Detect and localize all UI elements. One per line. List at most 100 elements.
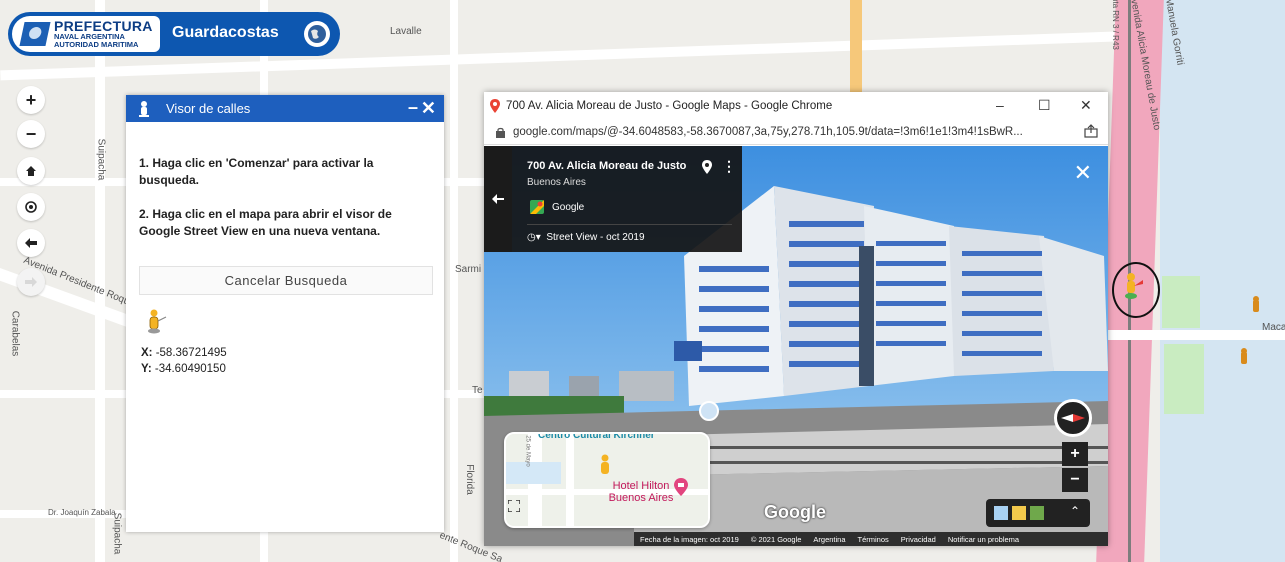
close-window-button[interactable]: ✕	[1080, 97, 1092, 114]
street-label: Carabelas	[9, 310, 21, 357]
lock-icon	[496, 127, 505, 138]
avenue-yellow	[850, 0, 862, 92]
x-label: X:	[141, 347, 153, 359]
instruction-step-1: 1. Haga clic en 'Comenzar' para activar …	[139, 156, 374, 187]
forward-extent-button[interactable]	[17, 268, 45, 296]
cancel-search-button[interactable]: Cancelar Busqueda	[139, 266, 433, 295]
pegman-icon	[1125, 273, 1143, 299]
y-label: Y:	[141, 363, 152, 375]
chevron-up-icon[interactable]: ⌃	[1070, 504, 1080, 518]
street-view-canvas[interactable]: 700 Av. Alicia Moreau de Justo Buenos Ai…	[484, 146, 1108, 546]
logo-line3: AUTORIDAD MARITIMA	[54, 40, 139, 49]
pegman-icon	[601, 454, 609, 474]
panel-title: Visor de calles	[166, 101, 251, 116]
y-value: -34.60490150	[154, 363, 226, 375]
x-value: -58.36721495	[155, 347, 227, 359]
road-sarmiento	[450, 0, 458, 562]
park	[1164, 344, 1204, 414]
clock-icon: ◷▾	[527, 232, 541, 243]
prefectura-emblem-icon	[19, 22, 51, 46]
road-suipacha	[95, 0, 105, 562]
history-dropdown[interactable]: ◷▾ Street View - oct 2019	[527, 232, 645, 243]
street-label: Ruta RN 3 / R43	[1110, 0, 1120, 50]
street-label: Te	[472, 385, 483, 396]
map-thumbnail-icon[interactable]	[994, 506, 1008, 520]
pegman-small-icon	[1241, 348, 1247, 364]
location-pin-icon[interactable]	[702, 160, 712, 174]
road-macacha	[1100, 330, 1285, 340]
home-icon	[26, 166, 36, 176]
home-button[interactable]	[17, 157, 45, 185]
basemap-globe-icon[interactable]	[304, 21, 330, 47]
footer-privacy-link[interactable]: Privacidad	[901, 535, 936, 544]
logo-line1: PREFECTURA	[54, 18, 153, 34]
close-button[interactable]: ✕	[421, 98, 436, 119]
arrow-left-icon	[492, 194, 504, 204]
street-label: Sarmi	[455, 264, 482, 275]
compass-icon	[1061, 414, 1085, 422]
back-extent-button[interactable]	[17, 229, 45, 257]
window-title: 700 Av. Alicia Moreau de Justo - Google …	[506, 100, 833, 112]
minimap-street-label: 25 de Mayo	[524, 435, 531, 467]
minimap-hotel-label: Hotel Hilton Buenos Aires	[608, 480, 674, 504]
street-viewer-panel: Visor de calles – ✕ 1. Haga clic en 'Com…	[126, 95, 444, 532]
window-titlebar: 700 Av. Alicia Moreau de Justo - Google …	[484, 92, 1108, 120]
minimap-place-label: Centro Cultural Kirchner	[538, 432, 655, 441]
street-label: Maca	[1262, 322, 1285, 333]
panel-header: Visor de calles – ✕	[126, 95, 444, 122]
divider	[527, 224, 732, 225]
y-coordinate: Y: -34.60490150	[141, 363, 226, 375]
street-view-zoom-in-button[interactable]: +	[1062, 442, 1088, 466]
map-footer: Fecha de la imagen: oct 2019 © 2021 Goog…	[634, 532, 1108, 546]
google-maps-pin-icon	[490, 99, 500, 113]
locate-button[interactable]	[17, 193, 45, 221]
back-button[interactable]	[484, 146, 512, 252]
google-maps-icon	[530, 200, 544, 214]
x-coordinate: X: -58.36721495	[141, 347, 227, 359]
footer-date: Fecha de la imagen: oct 2019	[640, 534, 739, 544]
layers-control[interactable]: ⌃	[986, 499, 1090, 527]
google-logo: Google	[764, 502, 826, 522]
footer-copyright: © 2021 Google	[750, 534, 802, 544]
url-text[interactable]: google.com/maps/@-34.6048583,-58.3670087…	[513, 126, 1083, 138]
share-icon[interactable]	[1084, 124, 1098, 138]
park	[1162, 276, 1200, 328]
instruction-step-2: 2. Haga clic en el mapa para abrir el vi…	[139, 207, 392, 238]
close-street-view-button[interactable]: ✕	[1074, 160, 1092, 186]
app-header: PREFECTURA NAVAL ARGENTINA AUTORIDAD MAR…	[8, 12, 340, 56]
minimap[interactable]: Centro Cultural Kirchner 25 de Mayo Hote…	[504, 432, 710, 528]
app-title: Guardacostas	[172, 24, 279, 41]
minimize-window-button[interactable]: –	[996, 97, 1004, 113]
zoom-in-button[interactable]: +	[17, 86, 45, 114]
street-label: Suipacha	[95, 138, 107, 181]
satellite-thumbnail-icon[interactable]	[1030, 506, 1044, 520]
map-thumbnail-icon[interactable]	[1012, 506, 1026, 520]
compass-button[interactable]	[1054, 399, 1092, 437]
footer-terms-link[interactable]: Términos	[858, 535, 889, 544]
chrome-window: 700 Av. Alicia Moreau de Justo - Google …	[484, 92, 1108, 546]
hotel-pin-icon	[674, 478, 688, 496]
pegman-icon	[139, 100, 149, 117]
street-label: Lavalle	[390, 26, 422, 37]
minimize-button[interactable]: –	[408, 97, 418, 118]
history-label: Street View - oct 2019	[546, 232, 645, 243]
maximize-window-button[interactable]: ☐	[1038, 97, 1051, 114]
pegman-small-icon	[1253, 296, 1259, 312]
prefectura-logo: PREFECTURA NAVAL ARGENTINA AUTORIDAD MAR…	[12, 16, 160, 52]
locate-icon	[25, 201, 37, 213]
street-label: Dr. Joaquín Zabala	[48, 508, 116, 517]
arrow-right-icon	[25, 277, 37, 287]
address-bar[interactable]: google.com/maps/@-34.6048583,-58.3670087…	[484, 120, 1108, 145]
footer-report-link[interactable]: Notificar un problema	[948, 535, 1019, 544]
more-options-icon[interactable]: ⋮	[722, 158, 736, 175]
location-address[interactable]: 700 Av. Alicia Moreau de Justo	[527, 160, 686, 172]
pegman-icon[interactable]	[146, 309, 168, 335]
street-view-zoom-out-button[interactable]: −	[1062, 468, 1088, 492]
footer-country[interactable]: Argentina	[813, 535, 845, 544]
zoom-out-button[interactable]: −	[17, 120, 45, 148]
expand-map-icon[interactable]	[508, 500, 520, 512]
arrow-left-icon	[25, 238, 37, 248]
location-info-card: 700 Av. Alicia Moreau de Justo Buenos Ai…	[484, 146, 742, 252]
location-city: Buenos Aires	[527, 177, 586, 188]
street-label: Suipacha	[111, 512, 123, 555]
